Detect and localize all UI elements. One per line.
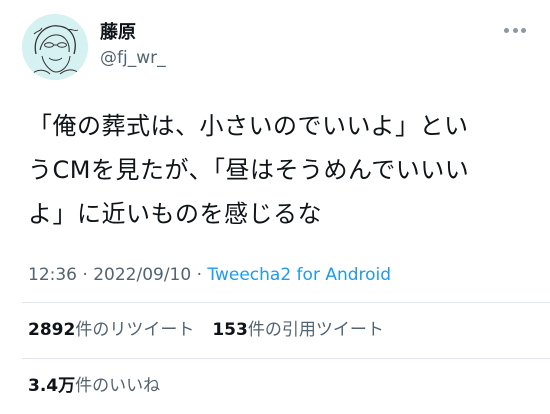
user-handle[interactable]: @fj_wr_ [100, 47, 166, 69]
tweet: 藤原 @fj_wr_ 「俺の葬式は、小さいのでいいよ」とい うCMを見たが、「昼… [0, 0, 550, 414]
tweet-source-link[interactable]: Tweecha2 for Android [207, 265, 391, 285]
likes-label: 件のいいね [75, 376, 161, 396]
likes-count: 3.4万 [28, 376, 76, 396]
quotes-stat[interactable]: 153件の引用ツイート [212, 318, 384, 342]
quotes-label: 件の引用ツイート [247, 320, 384, 340]
tweet-meta: 12:36 · 2022/09/10 · Tweecha2 for Androi… [28, 263, 391, 287]
display-name[interactable]: 藤原 [100, 22, 136, 44]
tweet-text-line: よ」に近いものを感じるな [28, 200, 322, 228]
more-options-icon[interactable] [504, 26, 526, 34]
tweet-text: 「俺の葬式は、小さいのでいいよ」とい うCMを見たが、「昼はそうめんでいいい よ… [28, 104, 528, 236]
retweets-label: 件のリツイート [75, 320, 195, 340]
retweets-count: 2892 [28, 320, 76, 340]
tweet-text-line: 「俺の葬式は、小さいのでいいよ」とい [28, 112, 469, 140]
likes-stat[interactable]: 3.4万件のいいね [28, 374, 160, 398]
quotes-count: 153 [212, 320, 248, 340]
tweet-timestamp[interactable]: 12:36 · 2022/09/10 · [28, 265, 207, 285]
divider [22, 302, 550, 303]
retweets-stat[interactable]: 2892件のリツイート [28, 318, 194, 342]
avatar-illustration-icon [22, 14, 88, 80]
divider [22, 358, 550, 359]
avatar[interactable] [22, 14, 88, 80]
tweet-text-line: うCMを見たが、「昼はそうめんでいいい [28, 156, 470, 184]
engagement-stats: 2892件のリツイート 153件の引用ツイート [28, 318, 384, 342]
